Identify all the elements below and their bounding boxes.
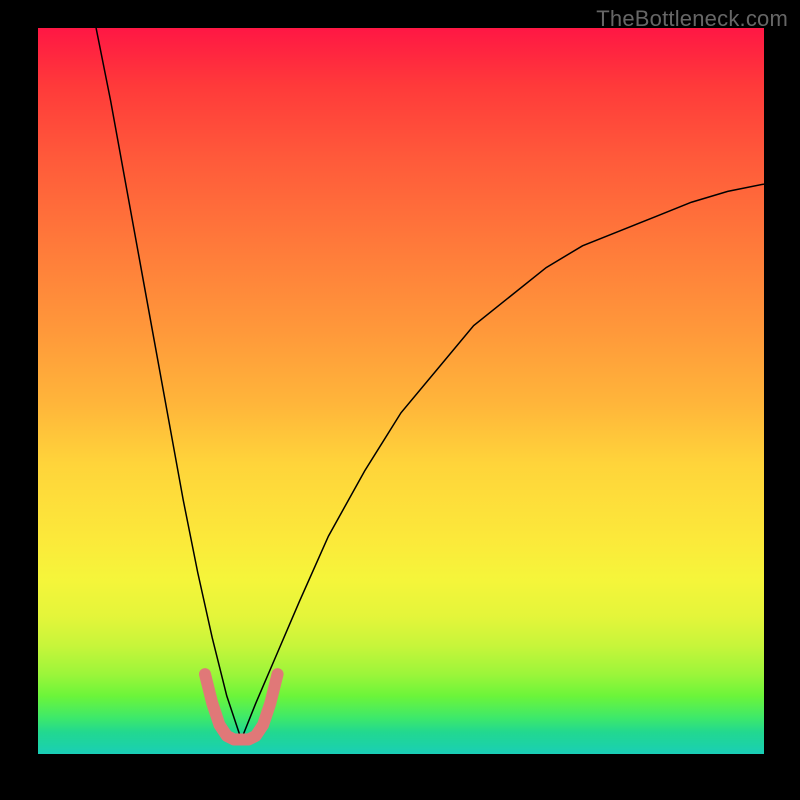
watermark-text: TheBottleneck.com — [596, 6, 788, 32]
chart-svg — [38, 28, 764, 754]
bottom-marker — [205, 674, 278, 739]
chart-plot-area — [38, 28, 764, 754]
right-curve — [241, 184, 764, 739]
left-curve — [96, 28, 241, 739]
